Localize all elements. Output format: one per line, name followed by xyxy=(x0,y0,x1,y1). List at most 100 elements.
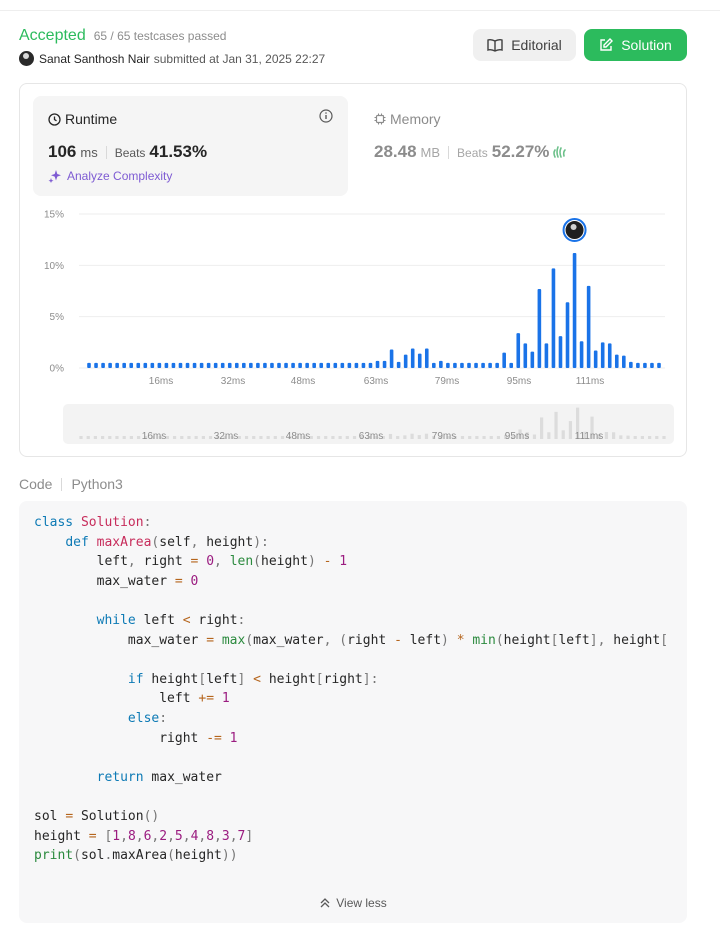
view-less-button[interactable]: View less xyxy=(19,896,687,910)
chart-bar[interactable] xyxy=(565,302,570,368)
chart-bar[interactable] xyxy=(488,362,492,368)
runtime-distribution-chart[interactable]: 15% 10% 5% 0% 16ms 32ms 48ms 63ms 79ms 95ms 111ms 1… xyxy=(20,84,688,458)
code-viewer[interactable]: class Solution: def maxArea(self, height… xyxy=(19,501,687,923)
chart-bar[interactable] xyxy=(622,355,626,368)
chart-bar[interactable] xyxy=(136,362,141,368)
chart-bar[interactable] xyxy=(460,362,464,368)
author-name[interactable]: Sanat Santhosh Nair xyxy=(39,52,150,66)
chart-bar[interactable] xyxy=(291,362,295,368)
chart-bar[interactable] xyxy=(523,343,528,368)
chart-bar[interactable] xyxy=(298,362,302,368)
chart-bar[interactable] xyxy=(657,362,661,368)
chart-bar[interactable] xyxy=(389,349,394,368)
chart-bar[interactable] xyxy=(277,362,281,368)
chart-bar[interactable] xyxy=(108,362,112,368)
chart-bar[interactable] xyxy=(122,362,126,368)
chart-bar[interactable] xyxy=(101,362,105,368)
chart-bar[interactable] xyxy=(171,362,176,368)
chart-bar[interactable] xyxy=(650,362,654,368)
chart-bar[interactable] xyxy=(572,253,577,368)
chart-bar[interactable] xyxy=(305,362,309,368)
chart-bar[interactable] xyxy=(242,362,246,368)
chart-bar[interactable] xyxy=(326,362,331,368)
submission-status: Accepted 65 / 65 testcases passed xyxy=(19,27,226,45)
chart-bar[interactable] xyxy=(220,362,225,368)
chart-bar[interactable] xyxy=(593,350,598,368)
chart-bar[interactable] xyxy=(474,362,478,368)
mini-bar xyxy=(540,417,544,439)
chart-bar[interactable] xyxy=(600,342,605,368)
chart-bar[interactable] xyxy=(263,362,267,368)
chart-bar[interactable] xyxy=(403,354,408,368)
chart-bar[interactable] xyxy=(495,362,499,368)
chart-bar[interactable] xyxy=(234,362,239,368)
chart-bar[interactable] xyxy=(424,348,429,368)
chart-bar[interactable] xyxy=(312,362,316,368)
chart-bar[interactable] xyxy=(129,362,134,368)
editorial-button[interactable]: Editorial xyxy=(473,29,576,61)
mini-bar xyxy=(612,432,616,439)
chart-bar[interactable] xyxy=(614,354,619,368)
chart-bar[interactable] xyxy=(453,362,457,368)
chart-bar[interactable] xyxy=(256,362,260,368)
chart-bar[interactable] xyxy=(368,362,373,368)
chart-bar[interactable] xyxy=(375,360,380,368)
chart-bar[interactable] xyxy=(516,333,521,368)
mini-bar xyxy=(122,436,126,439)
book-icon xyxy=(487,38,503,52)
chart-bar[interactable] xyxy=(579,341,584,368)
chart-bar[interactable] xyxy=(143,362,148,368)
chart-bar[interactable] xyxy=(629,361,633,368)
code-line: if height[left] < height[right]: xyxy=(127,671,379,687)
chart-bar[interactable] xyxy=(643,362,647,368)
chart-bar[interactable] xyxy=(164,362,169,368)
chart-bar[interactable] xyxy=(115,362,119,368)
chart-bar[interactable] xyxy=(481,362,485,368)
chart-bar[interactable] xyxy=(467,362,471,368)
chart-bar[interactable] xyxy=(361,362,366,368)
chart-bar[interactable] xyxy=(347,362,352,368)
chart-bar[interactable] xyxy=(410,348,415,368)
chart-bar[interactable] xyxy=(94,362,98,368)
chart-bar[interactable] xyxy=(432,362,436,368)
mini-bar xyxy=(259,436,263,439)
mini-bar xyxy=(108,436,112,439)
chart-bar[interactable] xyxy=(502,352,506,368)
chart-bar[interactable] xyxy=(270,362,274,368)
mini-bar xyxy=(115,436,119,439)
chart-bar[interactable] xyxy=(586,285,591,368)
chart-bar[interactable] xyxy=(354,362,359,368)
chart-bar[interactable] xyxy=(150,362,155,368)
chart-bar[interactable] xyxy=(157,362,162,368)
chart-bar[interactable] xyxy=(340,362,345,368)
chart-bar[interactable] xyxy=(446,362,450,368)
chart-bar[interactable] xyxy=(333,362,338,368)
chart-bar[interactable] xyxy=(417,353,422,368)
mini-bar xyxy=(424,433,429,439)
chart-bar[interactable] xyxy=(509,362,514,368)
solution-button[interactable]: Solution xyxy=(584,29,687,61)
chart-bar[interactable] xyxy=(439,360,443,368)
chart-bar[interactable] xyxy=(284,362,288,368)
chart-bar[interactable] xyxy=(382,360,387,368)
chart-bar[interactable] xyxy=(192,362,197,368)
chart-bar[interactable] xyxy=(396,361,401,368)
avatar[interactable] xyxy=(19,51,34,66)
chart-bar[interactable] xyxy=(249,362,253,368)
chart-bar[interactable] xyxy=(227,362,232,368)
chart-bar[interactable] xyxy=(319,362,324,368)
chart-bar[interactable] xyxy=(558,336,563,368)
chart-bar[interactable] xyxy=(213,362,218,368)
chart-bar[interactable] xyxy=(551,268,556,368)
chart-bar[interactable] xyxy=(607,343,612,368)
chart-bar[interactable] xyxy=(544,343,549,368)
chart-bar[interactable] xyxy=(206,362,211,368)
chart-bar[interactable] xyxy=(87,362,91,368)
chart-bar[interactable] xyxy=(185,362,190,368)
chart-bar[interactable] xyxy=(530,351,535,368)
chart-bar[interactable] xyxy=(178,362,183,368)
chart-bar[interactable] xyxy=(199,362,204,368)
top-divider xyxy=(0,10,720,11)
chart-bar[interactable] xyxy=(636,362,640,368)
chart-bar[interactable] xyxy=(537,288,542,368)
